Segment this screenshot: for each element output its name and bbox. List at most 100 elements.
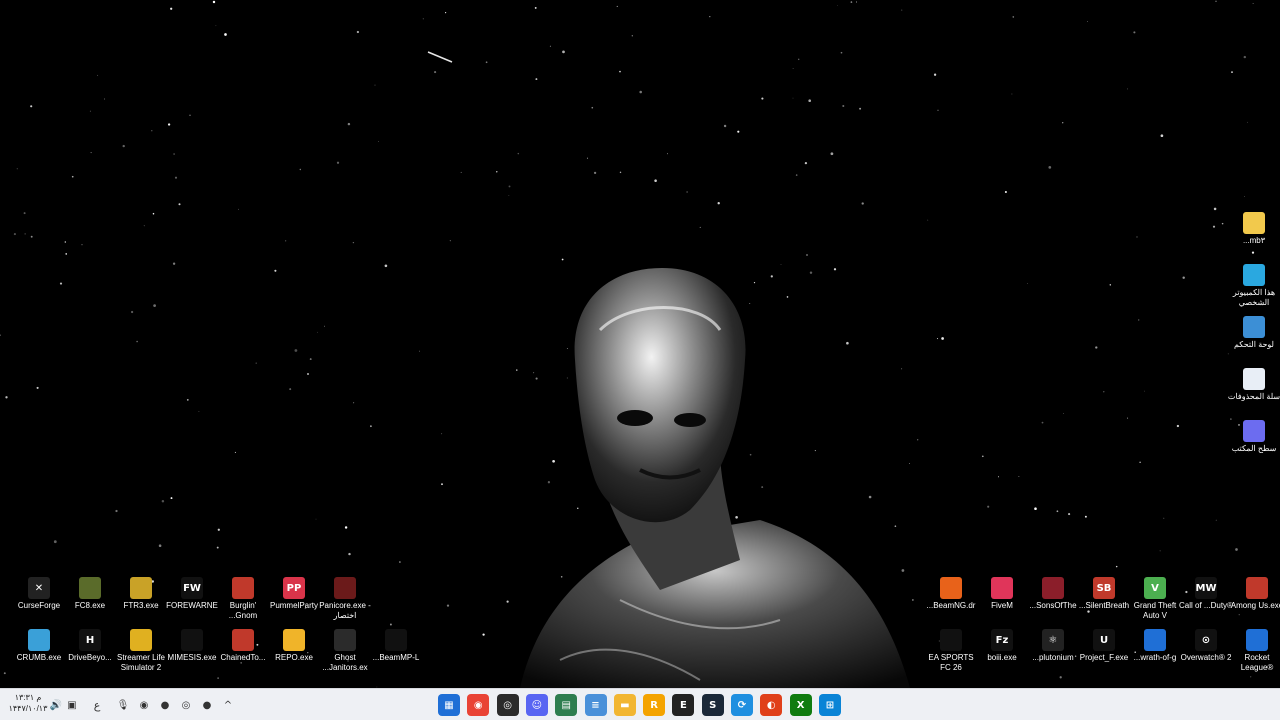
desktop-icon-label: ...plutonium [1032, 653, 1074, 662]
desktop-icon-label: Overwatch® 2 [1180, 653, 1232, 662]
desktop-icon-label: ChainedTo... [220, 653, 266, 662]
desktop-icon-label: FiveM [991, 601, 1013, 610]
silent-breath-icon: SB [1093, 577, 1115, 599]
panicore-icon [334, 577, 356, 599]
discord-icon[interactable]: ☺ [525, 694, 548, 716]
record-tray-icon[interactable]: ● [200, 698, 214, 712]
desktop-icon-label: ...SonsOfThe [1029, 601, 1077, 610]
desktop-icon-label: Project_F.exe [1079, 653, 1129, 662]
fivem-icon [991, 577, 1013, 599]
windows-start-icon[interactable]: ⊞ [818, 694, 841, 716]
desktop-icon-label: boiii.exe [987, 653, 1017, 662]
control-panel-icon [1243, 316, 1265, 338]
task-manager-icon[interactable]: ▤ [555, 694, 578, 716]
desktop-icon[interactable]: Ghost ...Janitors.ex [319, 629, 371, 673]
desktop-shortcut-icon [1243, 420, 1265, 442]
desktop-icon[interactable]: ...SonsOfThe [1027, 577, 1079, 611]
desktop-icon-label: FC8.exe [74, 601, 106, 610]
xbox-icon[interactable]: X [789, 694, 812, 716]
desktop-icon-label: ...mb۳ [1242, 236, 1266, 245]
desktop-icon[interactable]: FC8.exe [64, 577, 116, 611]
desktop-icon-label: هذا الكمبيوتر الشخصي [1232, 288, 1276, 307]
circle-app-icon[interactable]: ● [158, 698, 172, 712]
volume-icon[interactable]: 🔊 [49, 698, 63, 712]
recycle-bin-icon [1243, 368, 1265, 390]
desktop-icon[interactable]: REPO.exe [268, 629, 320, 663]
desktop-icon[interactable]: سطح المكتب [1228, 420, 1280, 454]
desktop-icon-label: Ghost ...Janitors.ex [322, 653, 368, 672]
desktop-icon[interactable]: H DriveBeyo... [64, 629, 116, 663]
desktop-icon[interactable]: EA SPORTS FC 26 [925, 629, 977, 673]
desktop-icon[interactable]: PP PummelParty [268, 577, 320, 611]
desktop-icon-label: Streamer Life Simulator 2 [116, 653, 166, 672]
notepad-icon[interactable]: ≡ [584, 694, 607, 716]
desktop-icon[interactable]: ...wrath-of-g [1129, 629, 1181, 663]
desktop-icon[interactable]: FiveM [976, 577, 1028, 611]
desktop-icon[interactable]: ChainedTo... [217, 629, 269, 663]
epic-games-icon[interactable]: E [672, 694, 695, 716]
repo-icon [283, 629, 305, 651]
obs-icon[interactable]: ◎ [496, 694, 519, 716]
desktop-icon[interactable]: هذا الكمبيوتر الشخصي [1228, 264, 1280, 308]
obs-tray-icon[interactable]: ◎ [179, 698, 193, 712]
rockstar-icon[interactable]: R [643, 694, 666, 716]
desktop-icon[interactable]: لوحة التحكم [1228, 316, 1280, 350]
desktop-icon[interactable]: Fz boiii.exe [976, 629, 1028, 663]
drive-beyond-icon: H [79, 629, 101, 651]
desktop-icon-label: ...BeamMP-L [372, 653, 420, 662]
desktop-icon-label: FTR3.exe [123, 601, 159, 610]
call-of-duty-icon: MW [1195, 577, 1217, 599]
desktop-icon[interactable]: U Project_F.exe [1078, 629, 1130, 663]
desktop-icon[interactable]: V Grand Theft Auto V [1129, 577, 1181, 621]
desktop-icon-label: ...SilentBreath [1078, 601, 1130, 610]
desktop-icon[interactable]: MW Call of ...Duty® [1179, 577, 1233, 611]
desktop-icon[interactable]: SB ...SilentBreath [1078, 577, 1130, 611]
desktop-icon-label: سطح المكتب [1231, 444, 1277, 453]
beamng-icon [940, 577, 962, 599]
desktop-icon[interactable]: MIMESIS.exe [166, 629, 218, 663]
desktop-icon[interactable]: ...mb۳ [1228, 212, 1280, 246]
crumb-icon [28, 629, 50, 651]
desktop-icon-label: Panicore.exe - اختصار [319, 601, 371, 620]
sons-of-the-forest-icon [1042, 577, 1064, 599]
chrome-icon[interactable]: ◉ [467, 694, 490, 716]
desktop-icon-label: CurseForge [17, 601, 61, 610]
desktop-icon-label: سلة المحذوفات [1227, 392, 1280, 401]
browser-icon[interactable]: ⟳ [731, 694, 753, 716]
rocket-league-icon [1246, 629, 1268, 651]
desktop-icon[interactable]: Streamer Life Simulator 2 [115, 629, 167, 673]
shield-app-icon[interactable]: ◉ [137, 698, 151, 712]
input-language-indicator[interactable]: ع [90, 698, 104, 712]
desktop-icon[interactable]: ...BeamMP-L [370, 629, 422, 663]
network-icon[interactable]: ▣ [65, 698, 79, 712]
desktop-icon-label: MIMESIS.exe [167, 653, 217, 662]
streamer-life-icon [130, 629, 152, 651]
pummel-party-icon: PP [283, 577, 305, 599]
desktop-icon-label: لوحة التحكم [1233, 340, 1274, 349]
wrath-of-gods-icon [1144, 629, 1166, 651]
desktop-icon-label: Call of ...Duty® [1179, 601, 1233, 610]
desktop-icon[interactable]: Among Us.exe [1231, 577, 1280, 611]
desktop-icon[interactable]: ✕ CurseForge [13, 577, 65, 611]
ea-app-icon[interactable]: ◐ [760, 694, 783, 716]
desktop-icon[interactable]: سلة المحذوفات [1228, 368, 1280, 402]
desktop-icon[interactable]: FTR3.exe [115, 577, 167, 611]
beammp-launcher-icon [385, 629, 407, 651]
steam-icon[interactable]: S [701, 694, 724, 716]
desktop-icon[interactable]: Burglin' ...Gnom [217, 577, 269, 621]
taskbar-clock[interactable]: ۱۳:۳۱ م ۱۴۴۷/۱۰/۱۳ [8, 692, 48, 714]
desktop-icon[interactable]: CRUMB.exe [13, 629, 65, 663]
chevron-up-icon[interactable]: ^ [221, 698, 235, 712]
desktop-icon[interactable]: Rocket League® [1231, 629, 1280, 673]
desktop-icon[interactable]: ⊙ Overwatch® 2 [1180, 629, 1232, 663]
desktop-icon-label: EA SPORTS FC 26 [928, 653, 974, 672]
this-pc-icon [1243, 264, 1265, 286]
desktop-icon[interactable]: FW FOREWARNE [166, 577, 218, 611]
desktop-icon[interactable]: ⚛ ...plutonium [1027, 629, 1079, 663]
desktop-icon[interactable]: Panicore.exe - اختصار [319, 577, 371, 621]
microphone-icon[interactable]: 🎙 [116, 698, 130, 712]
ghost-janitors-icon [334, 629, 356, 651]
microsoft-store-icon[interactable]: ▦ [438, 694, 460, 716]
file-explorer-icon[interactable]: ▬ [613, 694, 636, 716]
desktop-icon[interactable]: ...BeamNG.dr [925, 577, 977, 611]
